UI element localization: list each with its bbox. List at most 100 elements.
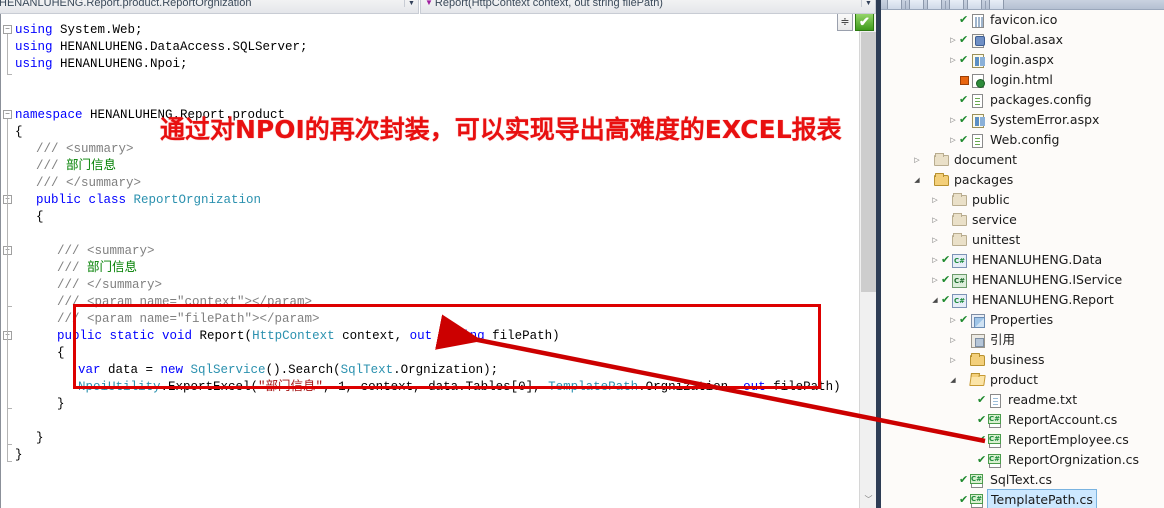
- expander-expand-icon[interactable]: ▷: [947, 130, 959, 150]
- code-token: .ExportExcel(: [160, 380, 259, 394]
- tree-item-systemerror-aspx[interactable]: ▷ ✔ SystemError.aspx: [881, 110, 1164, 130]
- outlining-guide-line: [7, 34, 8, 74]
- tree-item-reportaccount-cs[interactable]: ✔ ReportAccount.cs: [881, 410, 1164, 430]
- source-control-pending-icon: ■: [959, 70, 969, 90]
- tree-item-login-aspx[interactable]: ▷ ✔ login.aspx: [881, 50, 1164, 70]
- editor-vertical-scrollbar[interactable]: ︿ ﹀: [859, 14, 876, 508]
- chevron-down-icon-member[interactable]: ▼: [861, 0, 875, 7]
- proj-svc-icon: [951, 273, 969, 288]
- expander-expand-icon[interactable]: ▷: [947, 110, 959, 130]
- properties-button[interactable]: [887, 0, 902, 9]
- tree-item-sqltext-cs[interactable]: ✔ SqlText.cs: [881, 470, 1164, 490]
- split-view-control[interactable]: ≑: [837, 14, 853, 31]
- expander-collapse-icon[interactable]: ◢: [911, 170, 923, 190]
- code-token: </summary>: [87, 278, 163, 292]
- outlining-collapse-toggle[interactable]: −: [3, 110, 12, 119]
- folder-grey-icon-glyph: [952, 232, 967, 246]
- outlining-collapse-toggle[interactable]: −: [3, 25, 12, 34]
- member-navigation-text: Report(HttpContext context, out string f…: [434, 0, 663, 9]
- tree-item-packages-config[interactable]: ✔ packages.config: [881, 90, 1164, 110]
- source-control-checked-icon: ✔: [977, 453, 987, 466]
- code-token: ///: [57, 261, 88, 275]
- code-token: <param name="filePath"></param>: [87, 312, 320, 326]
- expander-expand-icon[interactable]: ▷: [947, 30, 959, 50]
- tree-item-readme-txt[interactable]: ✔ readme.txt: [881, 390, 1164, 410]
- expander-expand-icon[interactable]: ▷: [929, 230, 941, 250]
- proj-icon-glyph: [952, 253, 967, 268]
- code-line: using HENANLUHENG.DataAccess.SQLServer;: [15, 39, 308, 56]
- expander-expand-icon[interactable]: ▷: [929, 250, 941, 270]
- view-code-button[interactable]: [967, 0, 982, 9]
- tree-item-web-config[interactable]: ▷ ✔ Web.config: [881, 130, 1164, 150]
- editor-outlining-gutter[interactable]: −−−−−: [1, 14, 15, 508]
- code-line: /// <summary>: [15, 243, 155, 260]
- code-line: var data = new SqlService().Search(SqlTe…: [15, 362, 498, 379]
- code-line: /// </summary>: [15, 277, 162, 294]
- type-navigation-value: HENANLUHENG.Report.product.ReportOrgniza…: [0, 0, 252, 9]
- tree-item-login-html[interactable]: ■ login.html: [881, 70, 1164, 90]
- visual-studio-window: HENANLUHENG.Report.product.ReportOrgniza…: [0, 0, 1164, 508]
- tree-item-reportorgnization-cs[interactable]: ✔ ReportOrgnization.cs: [881, 450, 1164, 470]
- tree-item-service[interactable]: ▷ service: [881, 210, 1164, 230]
- code-line: using HENANLUHENG.Npoi;: [15, 56, 188, 73]
- expander-expand-icon[interactable]: ▷: [947, 310, 959, 330]
- scrollbar-thumb[interactable]: [861, 32, 876, 292]
- tree-item-henanluheng-report[interactable]: ◢✔ HENANLUHENG.Report: [881, 290, 1164, 310]
- tree-item-global-asax[interactable]: ▷ ✔ Global.asax: [881, 30, 1164, 50]
- globe-icon-glyph: [972, 73, 985, 88]
- cs-icon-glyph: [988, 453, 1002, 468]
- tree-item-document[interactable]: ▷ document: [881, 150, 1164, 170]
- source-control-checked-icon: ✔: [959, 113, 969, 126]
- code-token: var: [78, 363, 101, 377]
- expander-expand-icon[interactable]: ▷: [947, 330, 959, 350]
- tree-item-product[interactable]: ◢ product: [881, 370, 1164, 390]
- outlining-guide-line: [7, 255, 8, 306]
- code-token: ReportOrgnization: [133, 193, 262, 207]
- annotation-text: 通过对NPOI的再次封装，可以实现导出高难度的EXCEL报表: [160, 115, 842, 144]
- folder-grey-icon: [951, 192, 969, 208]
- tree-item-templatepath-cs[interactable]: ✔ TemplatePath.cs: [881, 489, 1164, 508]
- preview-button[interactable]: [989, 0, 1004, 9]
- code-token: .Orgnization,: [638, 380, 744, 394]
- toolbar-separator-3: [985, 1, 986, 9]
- refresh-button[interactable]: [927, 0, 942, 9]
- collapse-button[interactable]: [949, 0, 964, 9]
- expander-expand-icon[interactable]: ▷: [947, 50, 959, 70]
- expander-expand-icon[interactable]: ▷: [929, 210, 941, 230]
- tree-item-properties[interactable]: ▷ ✔ Properties: [881, 310, 1164, 330]
- code-token: ///: [57, 244, 88, 258]
- expander-collapse-icon[interactable]: ◢: [929, 290, 941, 310]
- tree-item-label: document: [954, 152, 1018, 167]
- code-line: /// <summary>: [15, 141, 134, 158]
- tree-item-henanluheng-iservice[interactable]: ▷✔ HENANLUHENG.IService: [881, 270, 1164, 290]
- outlining-guide-line: [7, 340, 8, 408]
- code-token: <summary>: [87, 244, 155, 258]
- tree-item-public[interactable]: ▷ public: [881, 190, 1164, 210]
- tree-item-packages[interactable]: ◢ packages: [881, 170, 1164, 190]
- tree-item-business[interactable]: ▷ business: [881, 350, 1164, 370]
- tree-item-favicon-ico[interactable]: ✔ favicon.ico: [881, 10, 1164, 30]
- aspx-icon-glyph: [972, 53, 984, 68]
- chevron-down-icon[interactable]: ▼: [404, 0, 418, 7]
- tree-item-reportemployee-cs[interactable]: ✔ ReportEmployee.cs: [881, 430, 1164, 450]
- expander-collapse-icon[interactable]: ◢: [947, 370, 959, 390]
- panel-divider[interactable]: [876, 0, 881, 508]
- expander-expand-icon[interactable]: ▷: [947, 350, 959, 370]
- member-navigation-dropdown[interactable]: ▼ Report(HttpContext context, out string …: [420, 0, 876, 14]
- tree-item-[interactable]: ▷ 引用: [881, 330, 1164, 350]
- expander-expand-icon[interactable]: ▷: [911, 150, 923, 170]
- tree-item-label: 引用: [990, 332, 1016, 347]
- scroll-down-arrow-icon[interactable]: ﹀: [860, 491, 876, 508]
- show-all-files-button[interactable]: [909, 0, 924, 9]
- tree-item-henanluheng-data[interactable]: ▷✔ HENANLUHENG.Data: [881, 250, 1164, 270]
- tree-item-label: unittest: [972, 232, 1021, 247]
- expander-expand-icon[interactable]: ▷: [929, 270, 941, 290]
- type-navigation-dropdown[interactable]: HENANLUHENG.Report.product.ReportOrgniza…: [0, 0, 419, 14]
- solution-tree[interactable]: ✔favicon.ico▷✔Global.asax▷✔login.aspx■lo…: [881, 10, 1164, 508]
- code-editor[interactable]: −−−−− using System.Web;using HENANLUHENG…: [0, 14, 876, 508]
- tree-item-unittest[interactable]: ▷ unittest: [881, 230, 1164, 250]
- expander-expand-icon[interactable]: ▷: [929, 190, 941, 210]
- config-icon-glyph: [972, 133, 983, 148]
- tree-item-label: readme.txt: [1008, 392, 1078, 407]
